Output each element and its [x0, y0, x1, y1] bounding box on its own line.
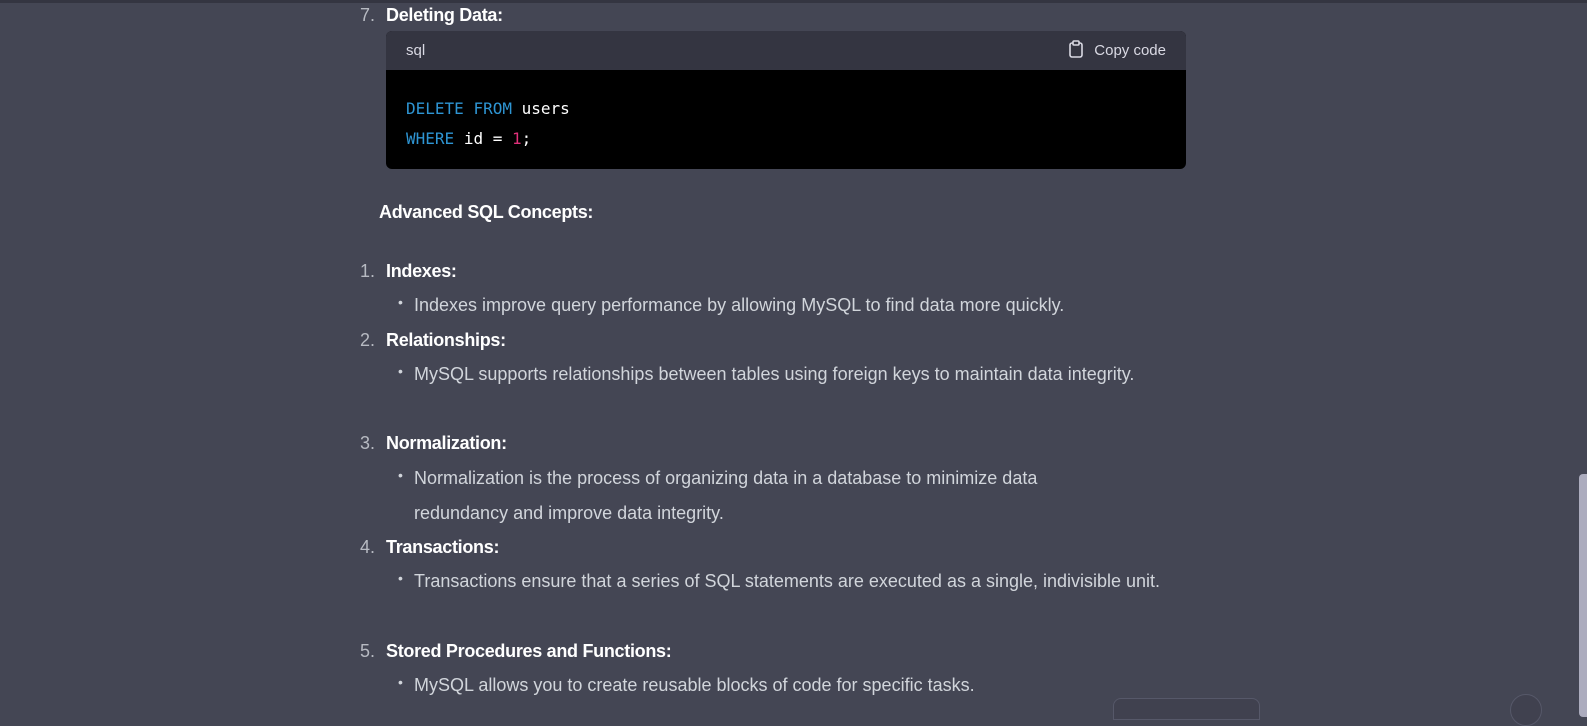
code-content: DELETE FROM users WHERE id = 1; [386, 70, 1186, 154]
bullet-dot: • [398, 294, 403, 310]
sql-terminator: ; [521, 129, 532, 148]
code-line: WHERE id = 1; [406, 124, 1166, 154]
sql-identifier: users [521, 99, 570, 118]
list-number: 3. [360, 433, 376, 453]
list-number: 7. [360, 5, 376, 25]
code-language-label: sql [406, 42, 426, 59]
bullet-text: Indexes improve query performance by all… [414, 295, 1065, 315]
list-item-label: Transactions: [386, 537, 500, 557]
bullet-text: Normalization is the process of organizi… [414, 468, 1038, 523]
list-item-label: Deleting Data: [386, 5, 503, 25]
list-number: 4. [360, 537, 376, 557]
list-number: 5. [360, 641, 376, 661]
list-item-bullet: • MySQL allows you to create reusable bl… [398, 668, 1178, 703]
list-item-bullet: • Transactions ensure that a series of S… [398, 564, 1188, 599]
bullet-dot: • [398, 467, 403, 483]
sql-identifier: id [463, 129, 484, 148]
sql-keyword: FROM [473, 99, 512, 118]
list-item-label: Indexes: [386, 261, 457, 281]
copy-code-button[interactable]: Copy code [1068, 39, 1166, 62]
bullet-text: Transactions ensure that a series of SQL… [414, 571, 1161, 591]
top-border [0, 0, 1587, 3]
scroll-down-button[interactable] [1510, 694, 1542, 726]
clipboard-icon [1068, 39, 1084, 62]
list-item-bullet: • MySQL supports relationships between t… [398, 357, 1138, 392]
bullet-dot: • [398, 674, 403, 690]
list-item-label: Stored Procedures and Functions: [386, 641, 672, 661]
list-item-label: Normalization: [386, 433, 507, 453]
bullet-dot: • [398, 570, 403, 586]
code-line: DELETE FROM users [406, 94, 1166, 124]
list-number: 1. [360, 261, 376, 281]
copy-code-label: Copy code [1094, 42, 1166, 59]
sql-keyword: WHERE [406, 129, 455, 148]
sql-keyword: DELETE [406, 99, 464, 118]
scrollbar-thumb[interactable] [1579, 474, 1587, 717]
sql-number: 1 [512, 129, 522, 148]
bullet-text: MySQL supports relationships between tab… [414, 364, 1135, 384]
bullet-dot: • [398, 363, 403, 379]
list-item-bullet: • Indexes improve query performance by a… [398, 288, 1178, 323]
code-block-header: sql Copy code [386, 31, 1186, 70]
list-item-label: Relationships: [386, 330, 506, 350]
list-item-bullet: • Normalization is the process of organi… [398, 461, 1118, 531]
bullet-text: MySQL allows you to create reusable bloc… [414, 675, 975, 695]
list-number: 2. [360, 330, 376, 350]
section-heading: Advanced SQL Concepts: [379, 202, 594, 222]
code-block: sql Copy code DELETE FROM users WHERE id [386, 31, 1186, 169]
sql-operator: = [492, 129, 503, 148]
